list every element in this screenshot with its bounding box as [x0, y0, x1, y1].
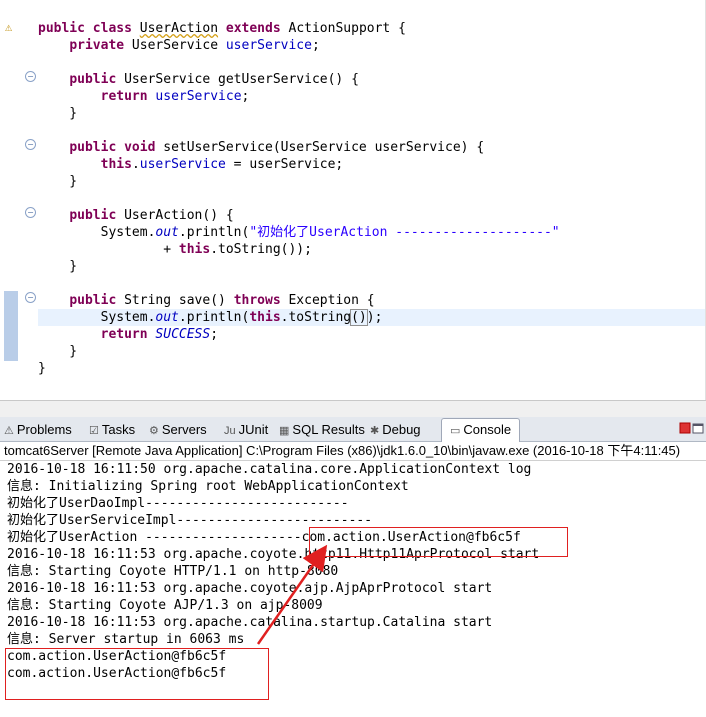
annotation-arrow	[256, 544, 328, 645]
